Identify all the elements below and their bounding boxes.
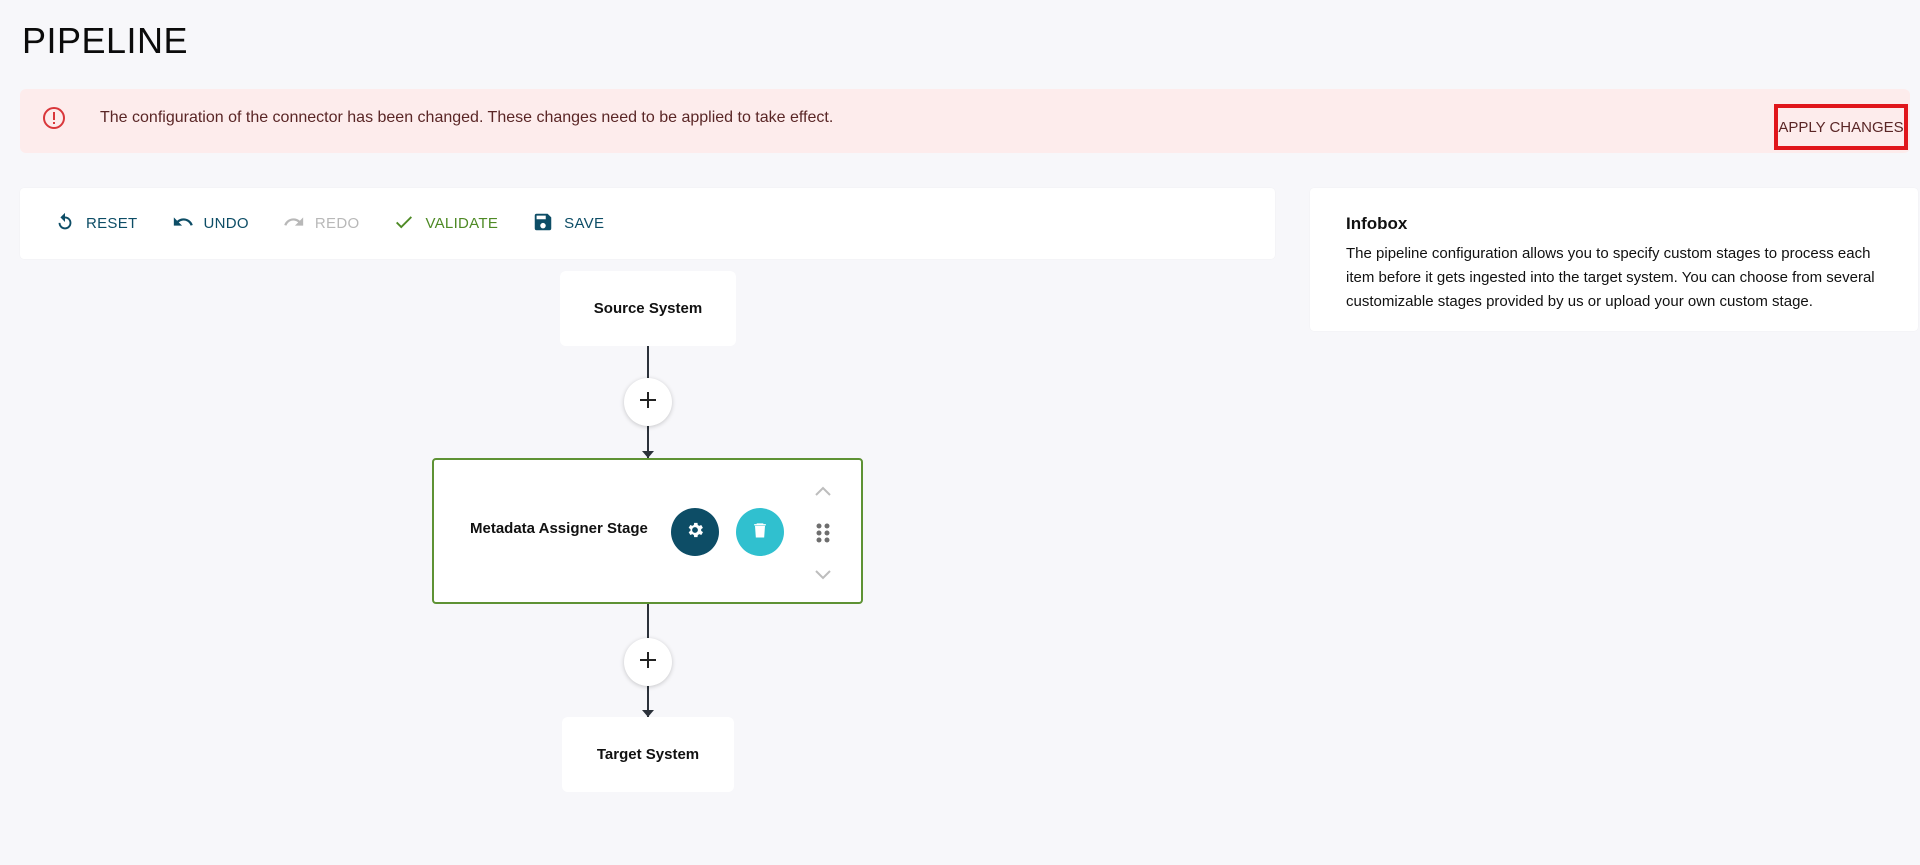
infobox-title: Infobox xyxy=(1346,214,1408,233)
validate-label: VALIDATE xyxy=(425,215,499,232)
page-title: PIPELINE xyxy=(22,20,189,61)
validate-button[interactable]: VALIDATE xyxy=(393,211,498,237)
move-up-chevron-icon[interactable] xyxy=(814,484,832,496)
add-stage-button[interactable] xyxy=(624,378,672,426)
apply-changes-button[interactable]: APPLY CHANGES xyxy=(1774,104,1908,150)
connector-arrow xyxy=(642,451,654,458)
redo-label: REDO xyxy=(314,215,360,232)
drag-handle-icon[interactable] xyxy=(815,522,831,544)
connector-arrow xyxy=(642,710,654,717)
save-button[interactable]: SAVE xyxy=(532,211,604,237)
reset-button[interactable]: RESET xyxy=(54,211,138,237)
alert-circle-icon xyxy=(42,106,66,130)
infobox: Infobox The pipeline configuration allow… xyxy=(1310,188,1918,331)
redo-icon xyxy=(283,211,305,237)
check-icon xyxy=(393,211,415,237)
stage-delete-button[interactable] xyxy=(736,508,784,556)
infobox-text: The pipeline configuration allows you to… xyxy=(1346,245,1875,310)
undo-icon xyxy=(172,211,194,237)
gear-icon xyxy=(685,520,705,545)
undo-label: UNDO xyxy=(203,215,249,232)
plus-icon xyxy=(638,650,658,675)
reset-icon xyxy=(54,211,76,237)
redo-button[interactable]: REDO xyxy=(283,211,360,237)
trash-icon xyxy=(750,520,770,545)
undo-button[interactable]: UNDO xyxy=(172,211,249,237)
plus-icon xyxy=(638,390,658,415)
source-system-node: Source System xyxy=(560,271,736,346)
stage-label: Metadata Assigner Stage xyxy=(470,520,648,537)
save-icon xyxy=(532,211,554,237)
pipeline-toolbar: RESET UNDO REDO VALIDATE SAVE xyxy=(20,188,1275,259)
config-changed-alert: The configuration of the connector has b… xyxy=(20,89,1910,153)
move-down-chevron-icon[interactable] xyxy=(814,568,832,580)
alert-message: The configuration of the connector has b… xyxy=(100,109,834,126)
reset-label: RESET xyxy=(86,215,138,232)
stage-settings-button[interactable] xyxy=(671,508,719,556)
stage-card[interactable]: Metadata Assigner Stage xyxy=(432,458,863,604)
target-system-node: Target System xyxy=(562,717,734,792)
add-stage-button[interactable] xyxy=(624,638,672,686)
save-label: SAVE xyxy=(564,215,605,232)
